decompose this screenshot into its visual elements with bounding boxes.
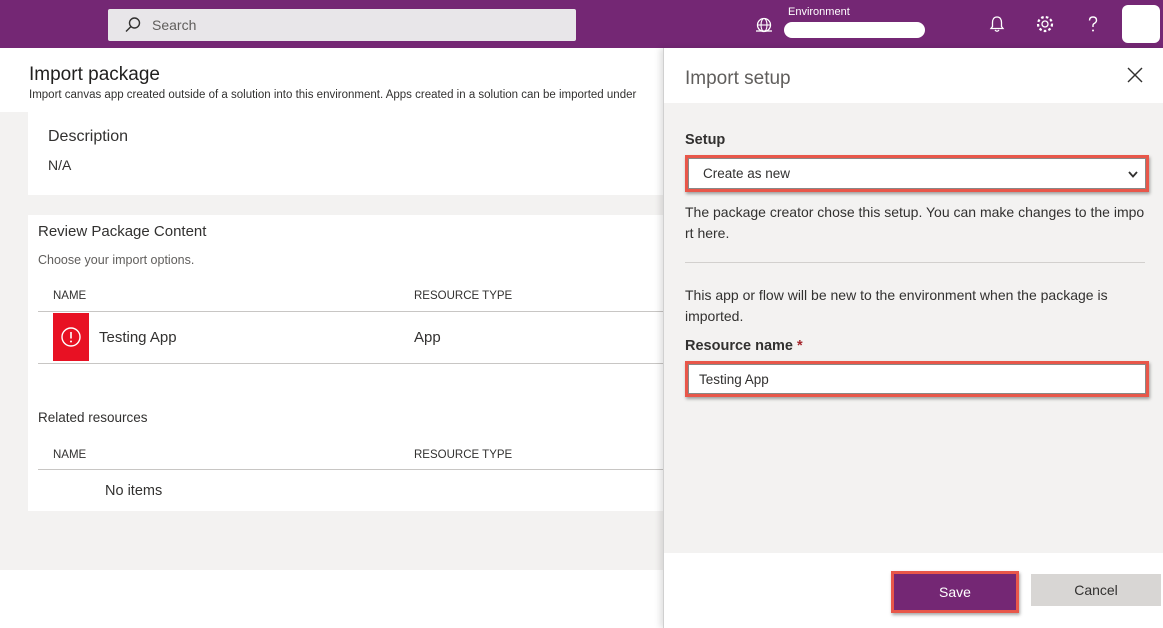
bell-icon[interactable] (987, 14, 1007, 34)
search-icon (125, 17, 141, 32)
review-package-card: Review Package Content Choose your impor… (28, 215, 663, 511)
environment-selector[interactable] (784, 22, 925, 38)
description-card: Description N/A (28, 112, 663, 195)
column-header-name: NAME (53, 290, 87, 302)
import-setup-panel: Import setup Setup Create as new The pac… (663, 48, 1163, 628)
required-marker: * (797, 338, 803, 354)
page-subtitle: Import canvas app created outside of a s… (29, 89, 637, 101)
related-column-header-resource-type: RESOURCE TYPE (414, 449, 513, 461)
top-bar: Search Environment (0, 0, 1163, 48)
column-header-resource-type: RESOURCE TYPE (414, 290, 513, 302)
close-icon[interactable] (1126, 66, 1144, 84)
page-header: Import package Import canvas app created… (0, 48, 663, 112)
description-value: N/A (48, 157, 72, 173)
panel-footer: Save Cancel (664, 553, 1163, 628)
resource-name-input[interactable] (688, 364, 1146, 394)
environment-icon[interactable] (755, 16, 773, 34)
chevron-down-icon (1128, 171, 1138, 178)
related-resources-title: Related resources (38, 410, 148, 425)
panel-header: Import setup (664, 48, 1163, 103)
review-title: Review Package Content (38, 223, 207, 240)
setup-dropdown[interactable]: Create as new (685, 155, 1149, 192)
review-subtitle: Choose your import options. (38, 253, 195, 267)
help-icon[interactable] (1083, 14, 1103, 34)
row-resource-type: App (414, 329, 441, 346)
related-column-header-name: NAME (53, 449, 87, 461)
search-placeholder: Search (152, 17, 197, 33)
page-footer (0, 570, 663, 628)
related-empty-message: No items (105, 483, 163, 499)
resource-name-label-text: Resource name (685, 338, 793, 354)
setup-label: Setup (685, 132, 726, 148)
row-status-badge (53, 313, 89, 361)
environment-label: Environment (788, 6, 850, 18)
panel-divider (685, 262, 1145, 263)
row-divider (38, 363, 663, 364)
setup-selected-value: Create as new (703, 166, 791, 181)
gear-icon[interactable] (1035, 14, 1055, 34)
description-title: Description (48, 128, 129, 145)
row-name[interactable]: Testing App (99, 329, 177, 346)
error-icon (61, 327, 81, 347)
panel-title: Import setup (685, 68, 791, 89)
avatar[interactable] (1122, 5, 1160, 43)
resource-name-field[interactable] (685, 361, 1149, 397)
setup-help-text: The package creator chose this setup. Yo… (685, 204, 1145, 241)
save-button[interactable]: Save (891, 571, 1019, 613)
page-title: Import package (29, 64, 160, 85)
new-resource-help-text: This app or flow will be new to the envi… (685, 287, 1108, 324)
resource-name-label: Resource name * (685, 338, 803, 354)
cancel-button[interactable]: Cancel (1031, 574, 1161, 606)
related-header-divider (38, 469, 663, 470)
table-header-divider (38, 311, 663, 312)
search-box[interactable]: Search (108, 9, 576, 41)
